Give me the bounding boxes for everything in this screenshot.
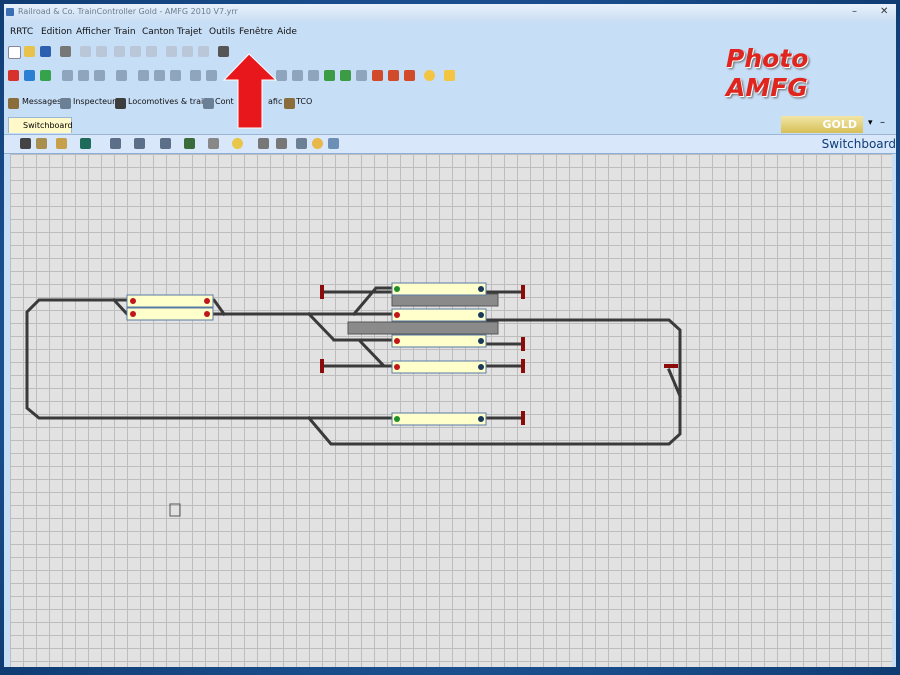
track-layout: [25, 53, 682, 517]
block[interactable]: [391, 334, 487, 348]
buffer-stop: [521, 411, 525, 425]
track-lines: [25, 286, 682, 446]
red-arrow: [222, 53, 278, 129]
signal-red[interactable]: [130, 311, 136, 317]
block[interactable]: [126, 307, 214, 321]
signal-green[interactable]: [394, 416, 400, 422]
signal-dark[interactable]: [478, 364, 484, 370]
branch-362: [332, 338, 394, 368]
selection-marker: [169, 503, 181, 517]
signal-red[interactable]: [394, 364, 400, 370]
buffer-stop: [664, 364, 678, 368]
platform: [347, 321, 499, 335]
block[interactable]: [391, 412, 487, 426]
block[interactable]: [391, 308, 487, 322]
buffer-stop: [320, 359, 324, 373]
signal-dark[interactable]: [478, 286, 484, 292]
buffer-stop: [320, 285, 324, 299]
signal-dark[interactable]: [478, 338, 484, 344]
spur-right: [667, 368, 682, 398]
signal-red[interactable]: [130, 298, 136, 304]
block[interactable]: [391, 360, 487, 374]
signal-dark[interactable]: [478, 416, 484, 422]
signal-dark[interactable]: [478, 312, 484, 318]
block[interactable]: [126, 294, 214, 308]
signal-green[interactable]: [394, 286, 400, 292]
platform: [391, 293, 499, 307]
app-window: Railroad & Co. TrainController Gold - AM…: [4, 4, 896, 667]
block[interactable]: [391, 282, 487, 296]
buffer-stop: [521, 285, 525, 299]
buffer-stop: [521, 359, 525, 373]
buffer-stop: [521, 337, 525, 351]
signal-red[interactable]: [204, 298, 210, 304]
signal-red[interactable]: [394, 312, 400, 318]
signal-red[interactable]: [394, 338, 400, 344]
signal-red[interactable]: [204, 311, 210, 317]
